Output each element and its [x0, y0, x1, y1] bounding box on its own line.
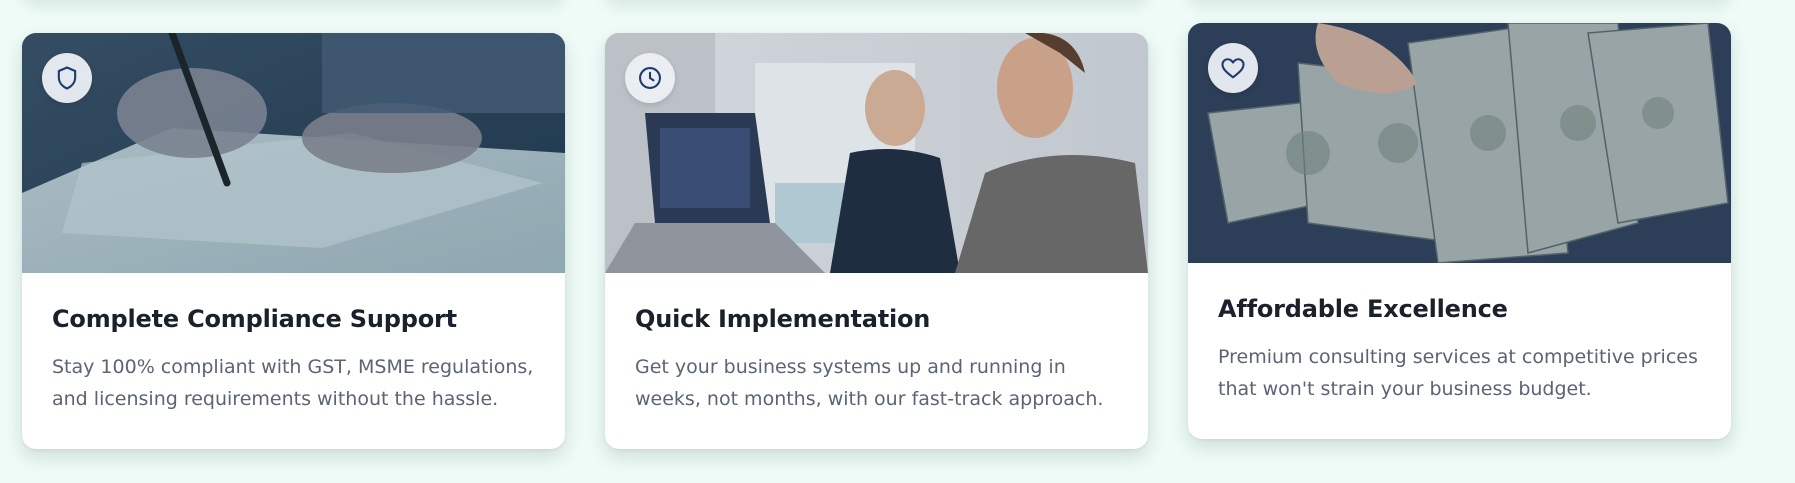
card-image-office-workers — [605, 33, 1148, 273]
card-description: Premium consulting services at competiti… — [1218, 346, 1698, 400]
cash-fan-photo — [1188, 23, 1731, 263]
signing-document-photo — [22, 33, 565, 273]
card-description: Get your business systems up and running… — [635, 356, 1104, 410]
card-description: Stay 100% compliant with GST, MSME regul… — [52, 356, 534, 410]
card-body: Affordable Excellence Premium consulting… — [1188, 263, 1731, 439]
card-image-signing-document — [22, 33, 565, 273]
clock-icon — [639, 67, 661, 89]
card-title: Affordable Excellence — [1218, 295, 1508, 323]
card-image-cash-fan — [1188, 23, 1731, 263]
card-icon-badge — [1208, 43, 1258, 93]
card-body: Quick Implementation Get your business s… — [605, 273, 1148, 449]
feature-card-compliance[interactable]: Complete Compliance Support Stay 100% co… — [22, 33, 565, 449]
card-title: Quick Implementation — [635, 305, 931, 333]
heart-icon — [1221, 58, 1245, 79]
feature-card-affordable[interactable]: Affordable Excellence Premium consulting… — [1188, 23, 1731, 439]
office-workers-photo — [605, 33, 1148, 273]
card-body: Complete Compliance Support Stay 100% co… — [22, 273, 565, 449]
shield-icon — [57, 66, 77, 90]
card-icon-badge — [625, 53, 675, 103]
card-title: Complete Compliance Support — [52, 305, 457, 333]
card-icon-badge — [42, 53, 92, 103]
feature-card-implementation[interactable]: Quick Implementation Get your business s… — [605, 33, 1148, 449]
